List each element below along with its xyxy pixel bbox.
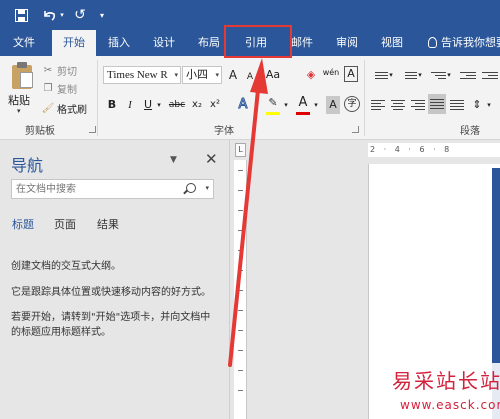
annotation-arrow [228,58,268,367]
watermark-text: 易采站长站 [392,369,500,393]
watermark: 易采站长站 www.easck.com [382,363,500,419]
watermark-url: www.easck.com [400,398,500,412]
